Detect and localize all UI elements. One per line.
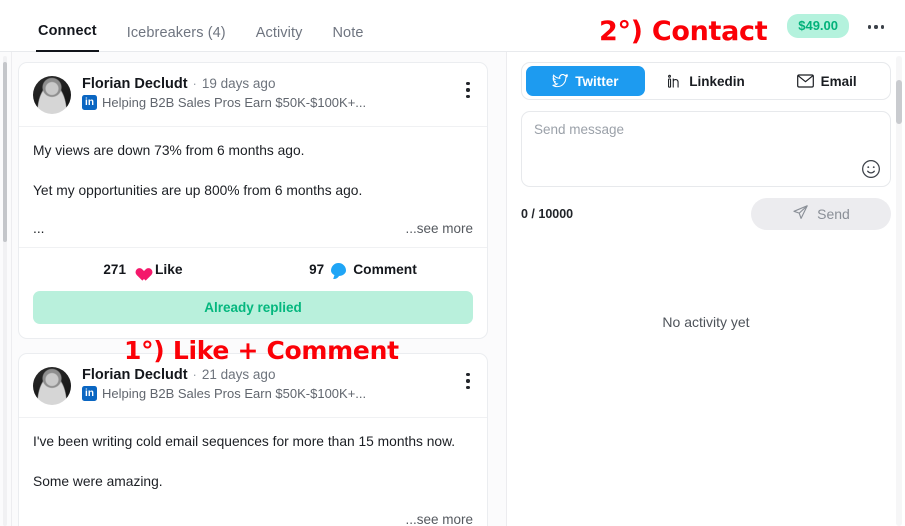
post-author-name: Florian Decludt (82, 367, 188, 383)
like-label: Like (154, 262, 183, 277)
post-name-row: Florian Decludt · 19 days ago (82, 76, 473, 92)
channel-tab-linkedin-label: Linkedin (689, 73, 745, 89)
composer-footer: 0 / 10000 Send (521, 198, 891, 230)
post-author-block: Florian Decludt · 19 days ago in Helping… (82, 76, 473, 110)
post-headline-row: in Helping B2B Sales Pros Earn $50K-$100… (82, 95, 473, 110)
send-button[interactable]: Send (751, 198, 891, 230)
post-author-headline: Helping B2B Sales Pros Earn $50K-$100K+.… (102, 95, 367, 110)
post-timestamp: 19 days ago (201, 76, 276, 91)
main-content: Florian Decludt · 19 days ago in Helping… (0, 52, 905, 526)
post-text-line: I've been writing cold email sequences f… (33, 434, 456, 449)
see-more-link[interactable]: ...see more (405, 512, 473, 526)
channel-tab-linkedin[interactable]: Linkedin (647, 66, 766, 96)
twitter-bird-icon (552, 74, 569, 88)
tab-note-label: Note (332, 25, 364, 41)
post-truncation-row: ... ...see more (33, 221, 473, 236)
post-text-line: Yet my opportunities are up 800% from 6 … (33, 183, 363, 198)
right-scrollbar-track[interactable] (896, 56, 902, 526)
kebab-dot (466, 81, 470, 86)
comment-count: 97 (309, 262, 325, 277)
see-more-link[interactable]: ...see more (405, 221, 473, 236)
feed-panel: Florian Decludt · 19 days ago in Helping… (0, 52, 506, 526)
outreach-panel: Twitter Linkedin Email Send message 0 / … (507, 52, 905, 526)
like-button[interactable]: 271 Like (33, 262, 253, 277)
already-replied-button[interactable]: Already replied (33, 291, 473, 324)
avatar (33, 76, 71, 114)
tab-connect-label: Connect (38, 23, 97, 39)
channel-tab-email-label: Email (820, 73, 857, 89)
kebab-horizontal-icon[interactable] (863, 18, 889, 36)
post-separator: · (192, 76, 197, 91)
comment-label: Comment (353, 262, 417, 277)
post-card: Florian Decludt · 19 days ago in Helping… (18, 62, 488, 339)
tab-bar: Connect Icebreakers (4) Activity Note (36, 10, 365, 52)
comment-button[interactable]: 97 Comment (253, 262, 473, 277)
post-author-headline: Helping B2B Sales Pros Earn $50K-$100K+.… (102, 386, 367, 401)
post-body: I've been writing cold email sequences f… (19, 418, 487, 526)
post-header: Florian Decludt · 21 days ago in Helping… (19, 354, 487, 418)
message-input-placeholder: Send message (534, 122, 625, 137)
kebab-dot (874, 25, 878, 29)
app-root: Connect Icebreakers (4) Activity Note $4… (0, 0, 905, 526)
kebab-dot (466, 379, 470, 383)
post-engagement-row: 271 Like 97 Comment (19, 248, 487, 281)
price-badge: $49.00 (787, 14, 849, 38)
channel-tab-bar: Twitter Linkedin Email (521, 62, 891, 100)
kebab-dot (880, 25, 885, 29)
linkedin-icon (667, 74, 682, 89)
kebab-dot (466, 372, 470, 377)
smiley-face-icon[interactable] (861, 159, 881, 179)
linkedin-icon: in (82, 386, 97, 401)
tab-connect[interactable]: Connect (36, 23, 99, 52)
channel-tab-email[interactable]: Email (767, 66, 886, 96)
post-ellipsis: ... (33, 221, 45, 236)
linkedin-icon: in (82, 95, 97, 110)
kebab-dot (466, 94, 470, 99)
right-scrollbar-thumb[interactable] (896, 80, 902, 124)
tab-icebreakers[interactable]: Icebreakers (4) (125, 25, 228, 52)
post-truncation-row: ...see more (33, 512, 473, 526)
kebab-dot (466, 385, 470, 390)
tab-activity-label: Activity (255, 25, 303, 41)
post-text-line: Some were amazing. (33, 474, 163, 489)
post-body: My views are down 73% from 6 months ago.… (19, 127, 487, 248)
comment-bubble-icon (331, 263, 347, 276)
tab-activity[interactable]: Activity (254, 25, 305, 52)
avatar (33, 367, 71, 405)
message-composer[interactable]: Send message (521, 111, 891, 187)
feed-left-border (11, 52, 12, 526)
post-overflow-menu-icon[interactable] (459, 79, 477, 101)
channel-tab-twitter-label: Twitter (575, 73, 619, 89)
heart-icon (133, 262, 148, 277)
post-name-row: Florian Decludt · 21 days ago (82, 367, 473, 383)
like-count: 271 (103, 262, 126, 277)
post-author-name: Florian Decludt (82, 76, 188, 92)
character-counter: 0 / 10000 (521, 207, 574, 221)
post-header: Florian Decludt · 19 days ago in Helping… (19, 63, 487, 127)
post-timestamp: 21 days ago (201, 367, 276, 382)
post-overflow-menu-icon[interactable] (459, 370, 477, 392)
post-text-line: My views are down 73% from 6 months ago. (33, 143, 305, 158)
send-button-label: Send (817, 206, 850, 222)
envelope-icon (796, 74, 814, 88)
post-separator: · (192, 367, 197, 382)
post-author-block: Florian Decludt · 21 days ago in Helping… (82, 367, 473, 401)
tab-icebreakers-label: Icebreakers (4) (126, 25, 226, 41)
kebab-dot (466, 88, 470, 92)
channel-tab-twitter[interactable]: Twitter (526, 66, 645, 96)
tab-note[interactable]: Note (330, 25, 365, 52)
left-scrollbar-thumb[interactable] (3, 62, 7, 242)
kebab-dot (867, 25, 872, 29)
post-card: Florian Decludt · 21 days ago in Helping… (18, 353, 488, 526)
empty-state-message: No activity yet (662, 314, 750, 330)
top-bar: Connect Icebreakers (4) Activity Note $4… (0, 0, 905, 52)
post-headline-row: in Helping B2B Sales Pros Earn $50K-$100… (82, 386, 473, 401)
paper-plane-icon (792, 204, 809, 224)
